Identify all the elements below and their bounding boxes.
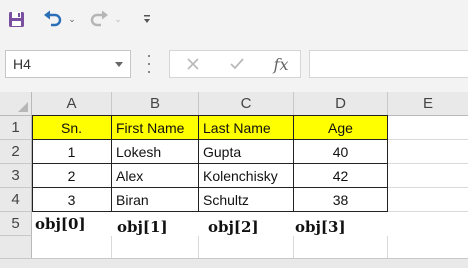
cell-b2[interactable]: Lokesh [112,140,199,164]
cell-c4[interactable]: Schultz [199,188,294,212]
cell-e4[interactable] [388,188,468,212]
cell-b4[interactable]: Biran [112,188,199,212]
select-all-button[interactable] [0,92,32,116]
cell-c6[interactable] [199,236,294,260]
row-header-1[interactable]: 1 [0,116,32,140]
cell-a3[interactable]: 2 [32,164,112,188]
row-header-5[interactable]: 5 [0,212,32,236]
name-box[interactable]: H4 [5,50,131,78]
customize-icon[interactable] [138,7,156,31]
row-header-6[interactable] [0,236,32,260]
cell-d4[interactable]: 38 [294,188,388,212]
cell-c3[interactable]: Kolenchisky [199,164,294,188]
formula-bar: H4 fx [0,38,468,92]
row-header-2[interactable]: 2 [0,140,32,164]
cell-b3[interactable]: Alex [112,164,199,188]
cell-c1[interactable]: Last Name [199,116,294,140]
undo-dropdown-icon[interactable]: ⌄ [66,7,78,31]
cell-e2[interactable] [388,140,468,164]
table-border-top [32,115,388,116]
object-label-0: obj[0] [35,215,86,233]
name-box-value: H4 [13,56,31,72]
cancel-icon[interactable] [178,51,208,77]
cell-a1[interactable]: Sn. [32,116,112,140]
row-header-4[interactable]: 4 [0,188,32,212]
column-header-b[interactable]: B [112,92,199,116]
save-icon[interactable] [5,7,27,31]
cell-d2[interactable]: 40 [294,140,388,164]
redo-dropdown-icon[interactable]: ⌄ [112,7,124,31]
cell-b6[interactable] [112,236,199,260]
cell-e3[interactable] [388,164,468,188]
column-header-d[interactable]: D [294,92,388,116]
undo-icon[interactable] [40,7,66,31]
cell-a6[interactable] [32,236,112,260]
column-header-c[interactable]: C [199,92,294,116]
cell-b1[interactable]: First Name [112,116,199,140]
check-icon[interactable] [222,51,252,77]
select-all-icon [18,102,28,112]
cell-c2[interactable]: Gupta [199,140,294,164]
column-header-a[interactable]: A [32,92,112,116]
cell-d6[interactable] [294,236,388,260]
cell-d3[interactable]: 42 [294,164,388,188]
quick-access-toolbar: ⌄ ⌄ [0,0,468,38]
drag-handle-icon[interactable] [147,55,151,73]
worksheet-grid: A B C D E 1 2 3 4 5 Sn. First Name Last … [0,92,468,268]
cell-a4[interactable]: 3 [32,188,112,212]
chevron-down-icon[interactable] [115,62,123,67]
cell-d1[interactable]: Age [294,116,388,140]
sheet-bottom-strip [0,258,468,268]
formula-input[interactable] [309,50,468,78]
formula-tools: fx [169,50,301,78]
row-header-3[interactable]: 3 [0,164,32,188]
redo-icon[interactable] [86,7,112,31]
insert-function-icon[interactable]: fx [266,51,296,77]
table-border-left [32,115,33,212]
cell-a2[interactable]: 1 [32,140,112,164]
column-header-e[interactable]: E [388,92,468,116]
cell-e1[interactable] [388,116,468,140]
